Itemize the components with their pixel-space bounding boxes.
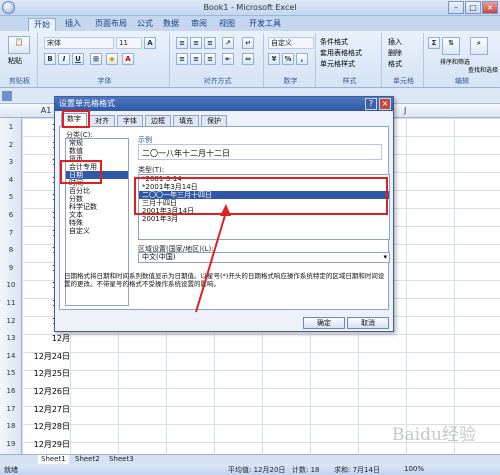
watermark-logo: Baidu经验	[392, 425, 476, 445]
annotation-arrow	[195, 204, 231, 313]
